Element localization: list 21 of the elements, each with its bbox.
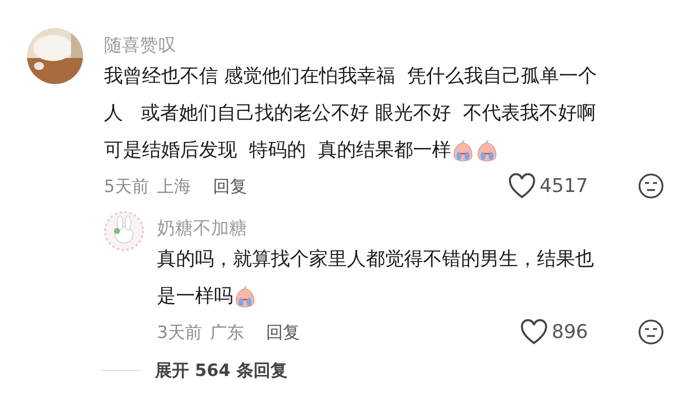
reply-link[interactable]: 回复 bbox=[212, 174, 247, 198]
crying-emoji-icon bbox=[451, 138, 476, 162]
comment-text: 真的吗，就算找个家里人都觉得不错的男生，结果也 bbox=[157, 247, 594, 272]
heart-icon[interactable] bbox=[520, 319, 548, 345]
dislike-face-icon[interactable] bbox=[638, 173, 664, 199]
dislike-face-icon[interactable] bbox=[638, 319, 664, 345]
expand-replies-button[interactable]: 展开 564 条回复 bbox=[155, 359, 288, 382]
comment-text: 人 或者她们自己找的老公不好 眼光不好 不代表我不好啊 bbox=[104, 101, 596, 126]
comment-time: 3天前 bbox=[157, 322, 202, 344]
like-count: 896 bbox=[552, 321, 588, 343]
crying-emoji-icon bbox=[233, 284, 257, 308]
heart-icon[interactable] bbox=[508, 173, 536, 199]
crying-emoji-icon bbox=[475, 138, 500, 162]
like-count: 4517 bbox=[540, 175, 588, 197]
comment-text: 可是结婚后发现 特码的 真的结果都一样 bbox=[104, 138, 452, 163]
reply-link[interactable]: 回复 bbox=[266, 320, 300, 344]
comment-text: 是一样吗 bbox=[157, 284, 233, 309]
comment-time: 5天前 bbox=[104, 176, 149, 198]
comment-location: 上海 bbox=[156, 176, 191, 198]
comment-location: 广东 bbox=[210, 322, 244, 344]
comment-text: 我曾经也不信 感觉他们在怕我幸福 凭什么我自己孤单一个 bbox=[104, 64, 598, 89]
